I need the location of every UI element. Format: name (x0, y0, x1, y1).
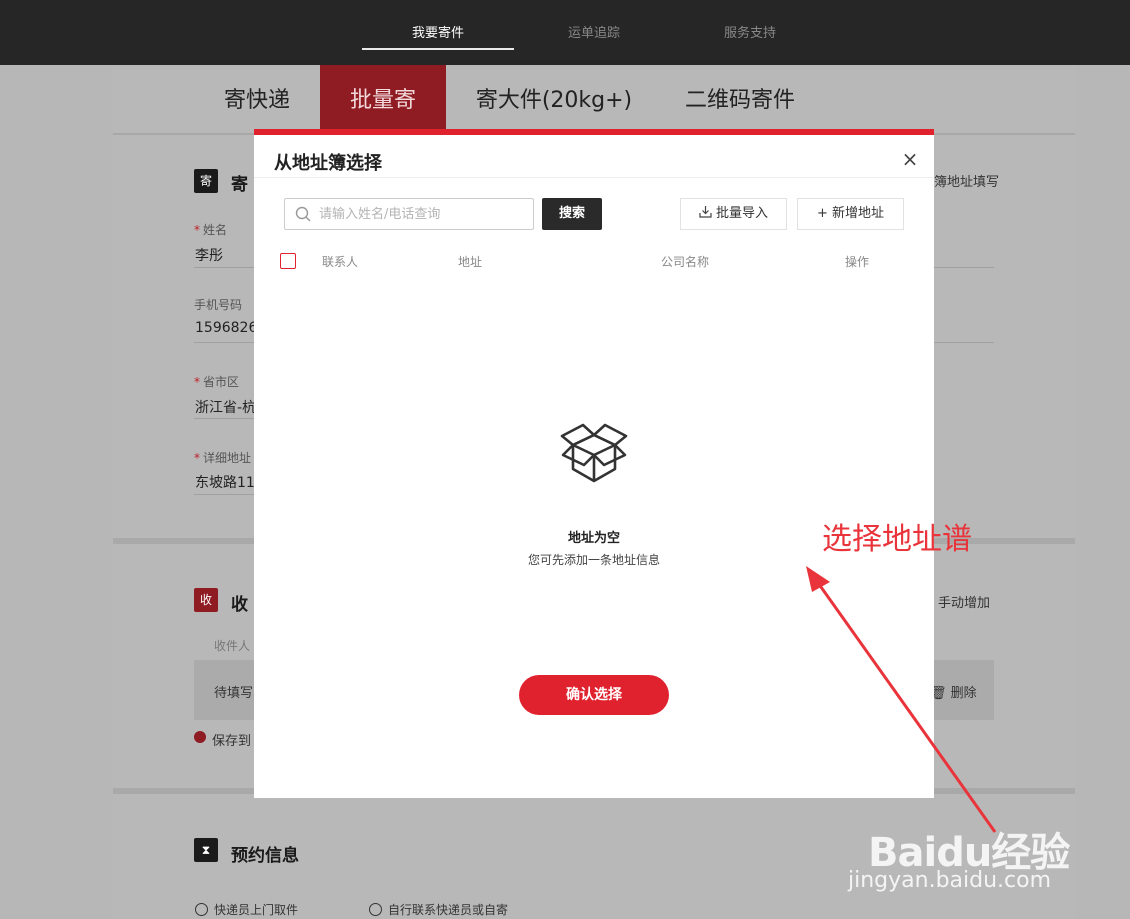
nav-item-support[interactable]: 服务支持 (724, 22, 776, 41)
search-button[interactable]: 搜索 (542, 198, 602, 230)
nav-active-underline (362, 48, 514, 50)
search-input[interactable] (319, 199, 529, 229)
plus-icon: + (817, 206, 828, 221)
detail-address-label: * 详细地址 (194, 451, 252, 465)
hourglass-icon: ⧗ (194, 838, 218, 862)
modal-title: 从地址簿选择 (274, 153, 382, 174)
top-nav: 我要寄件 运单追踪 服务支持 (0, 0, 1130, 65)
confirm-selection-button[interactable]: 确认选择 (519, 675, 669, 715)
pickup-radio[interactable] (195, 903, 208, 916)
pending-label: 待填写 (214, 686, 254, 701)
nav-item-send[interactable]: 我要寄件 (412, 22, 464, 41)
send-type-tabs: 寄快递 批量寄 寄大件(20kg+) 二维码寄件 (113, 65, 1075, 135)
sender-icon: 寄 (194, 169, 218, 193)
self-send-option-label: 自行联系快递员或自寄 (388, 903, 509, 917)
recipient-column-header: 收件人 (214, 639, 251, 653)
column-company: 公司名称 (661, 255, 710, 269)
address-book-modal: 从地址簿选择 × 搜索 批量导入 +新增地址 联系人 地址 公司名称 操作 (254, 129, 934, 798)
sender-title: 寄 (231, 175, 248, 195)
add-address-label: 新增地址 (831, 206, 884, 221)
nav-item-tracking[interactable]: 运单追踪 (568, 22, 620, 41)
name-field[interactable]: 李彤 (195, 245, 223, 265)
manual-add-link[interactable]: 手动增加 (938, 592, 990, 611)
phone-underline-right (934, 342, 994, 343)
empty-box-icon (560, 423, 628, 483)
save-check-icon[interactable] (194, 731, 206, 743)
column-actions: 操作 (845, 255, 870, 269)
tab-express[interactable]: 寄快递 (206, 65, 308, 135)
select-all-checkbox[interactable] (280, 253, 296, 269)
name-underline (194, 267, 254, 268)
pickup-option-label: 快递员上门取件 (214, 903, 299, 917)
name-underline-right (934, 267, 994, 268)
name-label: * 姓名 (194, 223, 228, 237)
add-address-button[interactable]: + 新增地址 (797, 198, 904, 230)
modal-divider (254, 177, 934, 178)
delete-label: 删除 (950, 686, 977, 701)
detail-underline (194, 494, 254, 495)
baidu-watermark-url: jingyan.baidu.com (848, 868, 1052, 893)
close-icon[interactable]: × (900, 149, 920, 169)
use-address-book-link[interactable]: 簿地址填写 (934, 171, 999, 190)
phone-underline (194, 342, 254, 343)
download-icon (699, 206, 712, 218)
annotation-text: 选择地址谱 (822, 522, 972, 557)
tab-qrcode[interactable]: 二维码寄件 (673, 65, 807, 135)
region-underline (194, 418, 254, 419)
tab-batch[interactable]: 批量寄 (320, 65, 446, 135)
delete-button[interactable]: 🗑 删除 (930, 682, 977, 701)
search-icon (295, 206, 311, 222)
save-to-book-label: 保存到 (212, 734, 252, 749)
batch-import-label: 批量导入 (715, 206, 768, 221)
self-send-radio[interactable] (369, 903, 382, 916)
column-contact: 联系人 (322, 255, 359, 269)
phone-label: 手机号码 (194, 298, 243, 312)
tab-large-item[interactable]: 寄大件(20kg+) (463, 65, 645, 135)
appointment-title: 预约信息 (231, 846, 299, 866)
receiver-title: 收 (231, 595, 248, 615)
receiver-icon: 收 (194, 588, 218, 612)
region-label: * 省市区 (194, 375, 240, 389)
search-box (284, 198, 534, 230)
batch-import-button[interactable]: 批量导入 (680, 198, 787, 230)
region-field[interactable]: 浙江省-杭 (195, 397, 256, 417)
column-address: 地址 (458, 255, 483, 269)
